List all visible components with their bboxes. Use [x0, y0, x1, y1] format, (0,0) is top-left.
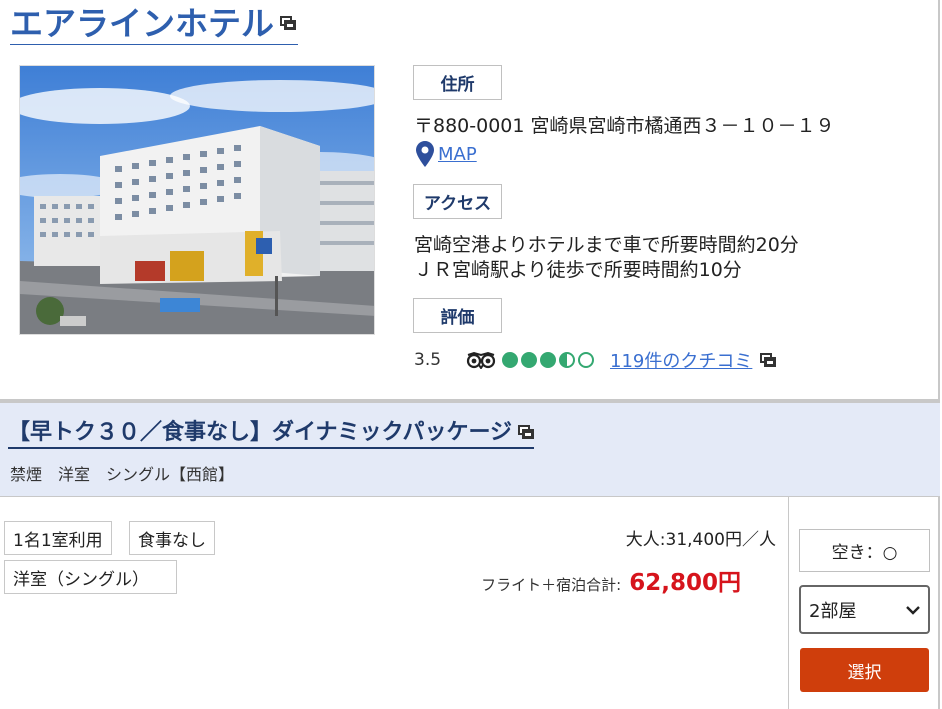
room-description: 禁煙 洋室 シングル【西館】 — [10, 465, 235, 484]
rating-dot-full — [502, 352, 518, 368]
address-text: 〒880-0001 宮崎県宮崎市橘通西３－１０－１９ — [414, 115, 835, 137]
column-divider — [788, 497, 789, 709]
map-pin-icon — [416, 141, 434, 167]
map-link-label: MAP — [438, 143, 477, 165]
rating-dot-half — [559, 352, 575, 368]
hotel-photo — [19, 65, 375, 335]
rating-dot-full — [540, 352, 556, 368]
room-count-select[interactable]: 2部屋 — [799, 585, 930, 634]
rating-value: 3.5 — [414, 350, 442, 370]
tag-room-type: 洋室（シングル） — [4, 560, 177, 594]
access-line-2: ＪＲ宮崎駅より徒歩で所要時間約10分 — [414, 259, 742, 281]
rating-dot-empty — [578, 352, 594, 368]
tag-meal: 食事なし — [129, 521, 215, 555]
rating-dot-full — [521, 352, 537, 368]
plan-title-link[interactable]: 【早トク３０／食事なし】ダイナミックパッケージ — [8, 419, 535, 449]
total-price: 62,800円 — [629, 570, 741, 596]
select-button[interactable]: 選択 — [800, 648, 929, 692]
reviews-link-label: 119件のクチコミ — [610, 351, 753, 372]
external-window-icon — [760, 353, 777, 367]
rating-row: 3.5 119件のクチコミ — [414, 347, 777, 373]
map-link[interactable]: MAP — [416, 141, 477, 167]
hotel-card: エアラインホテル 住所 〒880-0001 宮崎県宮崎市橘通西３－１０－１９ M… — [0, 0, 940, 709]
external-window-icon — [518, 425, 535, 439]
access-label: アクセス — [413, 184, 502, 219]
access-line-1: 宮崎空港よりホテルまで車で所要時間約20分 — [414, 234, 799, 256]
rating-dots — [502, 352, 594, 368]
hotel-name-link[interactable]: エアラインホテル — [10, 4, 298, 45]
vacancy-status: 空き：○ — [799, 529, 930, 572]
chevron-down-icon — [906, 605, 920, 615]
hotel-name: エアラインホテル — [10, 4, 274, 43]
rating-label: 評価 — [413, 298, 502, 333]
reviews-link[interactable]: 119件のクチコミ — [610, 347, 777, 373]
tag-occupancy: 1名1室利用 — [4, 521, 112, 555]
plan-title: 【早トク３０／食事なし】ダイナミックパッケージ — [8, 420, 513, 445]
adult-price: 大人:31,400円／人 — [625, 530, 776, 550]
tripadvisor-owl-icon — [466, 351, 496, 369]
address-label: 住所 — [413, 65, 502, 100]
total-price-label: フライト＋宿泊合計: — [481, 576, 622, 594]
external-window-icon — [280, 15, 296, 30]
total-price-row: フライト＋宿泊合計: 62,800円 — [481, 563, 741, 597]
room-count-value: 2部屋 — [809, 600, 857, 622]
plan-header: 【早トク３０／食事なし】ダイナミックパッケージ 禁煙 洋室 シングル【西館】 — [0, 399, 940, 497]
